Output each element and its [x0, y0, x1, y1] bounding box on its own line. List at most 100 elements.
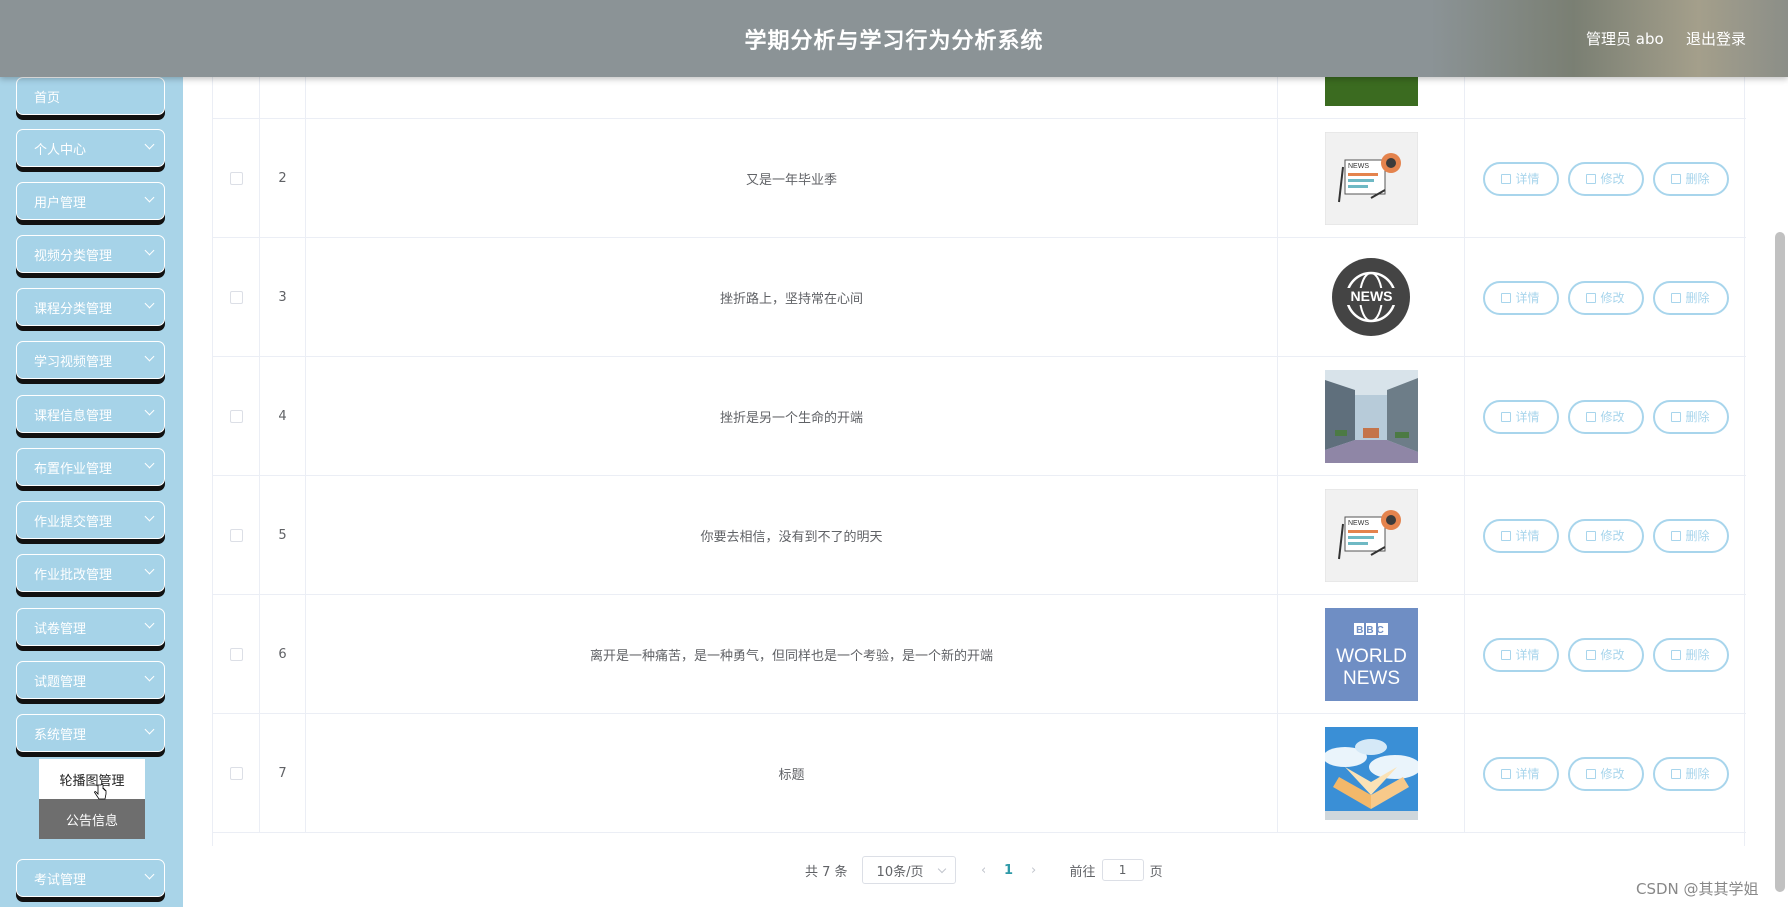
detail-label: 详情: [1515, 410, 1540, 424]
menu-item-assign-homework[interactable]: 布置作业管理: [16, 448, 165, 486]
menu-item-label: 首页: [34, 90, 61, 106]
chevron-down-icon: [144, 192, 155, 203]
detail-button[interactable]: 详情: [1482, 161, 1559, 196]
chevron-down-icon: [144, 869, 155, 880]
vertical-scrollbar[interactable]: [1775, 232, 1785, 892]
row-image-cell: [1278, 357, 1465, 476]
pencil-icon: [1586, 292, 1597, 303]
menu-item-user-management[interactable]: 用户管理: [16, 182, 165, 220]
chevron-down-icon: [144, 671, 155, 682]
sidebar: 首页 个人中心 用户管理 视频分类管理 课程分类管理 学习视频管理 课程信息管理…: [0, 0, 183, 907]
delete-button[interactable]: 删除: [1652, 161, 1729, 196]
menu-item-personal-center[interactable]: 个人中心: [16, 129, 165, 167]
menu-item-label: 用户管理: [34, 195, 87, 211]
detail-button[interactable]: 详情: [1482, 756, 1559, 791]
edit-label: 修改: [1600, 529, 1625, 543]
delete-label: 删除: [1685, 291, 1710, 305]
data-table: 1 有梦想，就要努力去实现 详情 修改 删除 2 又是一年毕业季 NEWS: [212, 0, 1746, 846]
row-checkbox[interactable]: [229, 291, 243, 304]
detail-button[interactable]: 详情: [1482, 518, 1559, 553]
menu-item-paper-management[interactable]: 试卷管理: [16, 608, 165, 646]
row-checkbox[interactable]: [229, 410, 243, 423]
row-image-cell: BBC WORLD NEWS: [1278, 595, 1465, 714]
delete-label: 删除: [1685, 410, 1710, 424]
delete-label: 删除: [1685, 172, 1710, 186]
page-size-value: 10条/页: [876, 864, 924, 880]
menu-item-homework-grading[interactable]: 作业批改管理: [16, 554, 165, 592]
pencil-icon: [1586, 173, 1597, 184]
row-actions: 详情 修改 删除: [1465, 119, 1746, 238]
row-title: 离开是一种痛苦，是一种勇气，但同样也是一个考验，是一个新的开端: [306, 595, 1278, 714]
edit-button[interactable]: 修改: [1567, 518, 1644, 553]
submenu-item-announcement[interactable]: 公告信息: [39, 799, 145, 839]
row-checkbox[interactable]: [229, 648, 243, 661]
edit-button[interactable]: 修改: [1567, 756, 1644, 791]
table-row: 7 标题 详情 修改 删除: [213, 714, 1746, 833]
menu-item-homework-submit[interactable]: 作业提交管理: [16, 501, 165, 539]
detail-button[interactable]: 详情: [1482, 280, 1559, 315]
edit-label: 修改: [1600, 410, 1625, 424]
menu-item-label: 视频分类管理: [34, 248, 113, 264]
document-icon: [1501, 768, 1512, 779]
pencil-icon: [1586, 411, 1597, 422]
pagination: 共 7 条 10条/页 ‹ 1 › 前往 页: [805, 856, 1163, 884]
system-submenu: 轮播图管理 公告信息: [39, 759, 145, 839]
chevron-down-icon: [144, 724, 155, 735]
document-icon: [1501, 530, 1512, 541]
page-number-current[interactable]: 1: [994, 863, 1024, 878]
table-row: 4 挫折是另一个生命的开端 详情 修改 删除: [213, 357, 1746, 476]
row-index: 3: [260, 238, 306, 357]
row-checkbox[interactable]: [229, 767, 243, 780]
detail-button[interactable]: 详情: [1482, 399, 1559, 434]
row-title: 你要去相信，没有到不了的明天: [306, 476, 1278, 595]
goto-page-input[interactable]: [1101, 859, 1144, 881]
chevron-down-icon: [144, 245, 155, 256]
delete-button[interactable]: 删除: [1652, 518, 1729, 553]
watermark: CSDN @其其学姐: [1636, 880, 1759, 898]
trash-icon: [1671, 530, 1682, 541]
menu-item-course-category[interactable]: 课程分类管理: [16, 288, 165, 326]
delete-button[interactable]: 删除: [1652, 637, 1729, 672]
row-title: 标题: [306, 714, 1278, 833]
row-title: 挫折路上，坚持常在心间: [306, 238, 1278, 357]
edit-button[interactable]: 修改: [1567, 637, 1644, 672]
menu-item-home[interactable]: 首页: [16, 77, 165, 115]
row-checkbox[interactable]: [229, 529, 243, 542]
top-header: 学期分析与学习行为分析系统 管理员 abo 退出登录: [0, 0, 1788, 77]
delete-button[interactable]: 删除: [1652, 399, 1729, 434]
row-index: 4: [260, 357, 306, 476]
submenu-item-carousel[interactable]: 轮播图管理: [39, 759, 145, 799]
next-page-button[interactable]: ›: [1024, 863, 1044, 878]
menu-item-exam-management[interactable]: 考试管理: [16, 859, 165, 897]
world-label: WORLD: [1336, 646, 1407, 667]
detail-label: 详情: [1515, 291, 1540, 305]
chevron-down-icon: [937, 864, 946, 874]
delete-button[interactable]: 删除: [1652, 280, 1729, 315]
logout-link[interactable]: 退出登录: [1686, 28, 1746, 49]
page-size-select[interactable]: 10条/页: [861, 856, 956, 884]
menu-item-video-category[interactable]: 视频分类管理: [16, 235, 165, 273]
edit-label: 修改: [1600, 648, 1625, 662]
prev-page-button[interactable]: ‹: [974, 863, 994, 878]
table-row: 5 你要去相信，没有到不了的明天 NEWS 详情 修改 删除: [213, 476, 1746, 595]
row-checkbox[interactable]: [229, 172, 243, 185]
edit-label: 修改: [1600, 767, 1625, 781]
menu-item-question-management[interactable]: 试题管理: [16, 661, 165, 699]
edit-button[interactable]: 修改: [1567, 161, 1644, 196]
menu-item-study-video[interactable]: 学习视频管理: [16, 341, 165, 379]
edit-button[interactable]: 修改: [1567, 280, 1644, 315]
delete-label: 删除: [1685, 767, 1710, 781]
menu-item-course-info[interactable]: 课程信息管理: [16, 395, 165, 433]
menu-item-system-management[interactable]: 系统管理: [16, 714, 165, 752]
edit-button[interactable]: 修改: [1567, 399, 1644, 434]
row-index: 6: [260, 595, 306, 714]
chevron-down-icon: [144, 405, 155, 416]
detail-label: 详情: [1515, 172, 1540, 186]
detail-button[interactable]: 详情: [1482, 637, 1559, 672]
delete-button[interactable]: 删除: [1652, 756, 1729, 791]
news-label: NEWS: [1348, 520, 1369, 527]
menu-item-label: 试卷管理: [34, 621, 87, 637]
menu-item-label: 布置作业管理: [34, 461, 113, 477]
bbc-world-news-logo: BBC WORLD NEWS: [1324, 608, 1418, 701]
row-actions: 详情 修改 删除: [1465, 714, 1746, 833]
